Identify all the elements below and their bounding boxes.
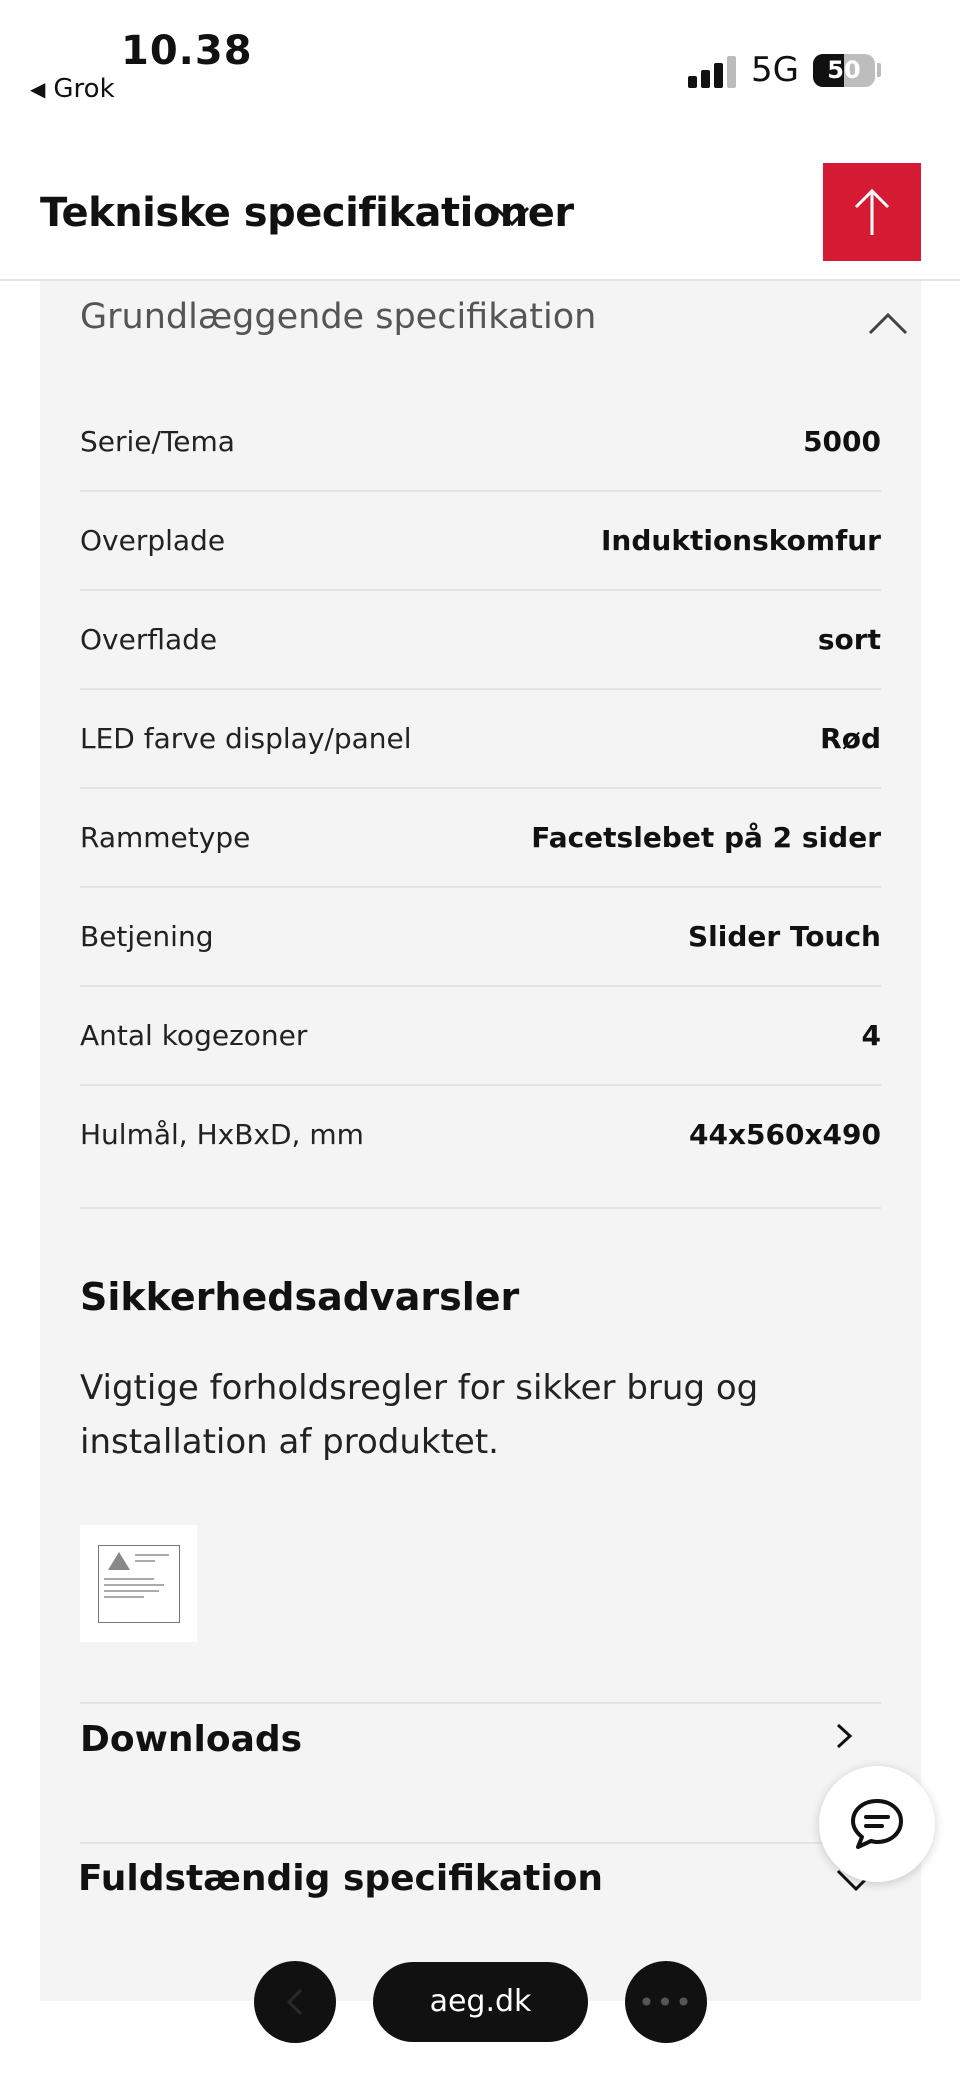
back-app-label: Grok [53, 74, 115, 104]
safety-description: Vigtige forholdsregler for sikker brug o… [80, 1368, 759, 1462]
specification-panel: Grundlæggende specifikation Serie/Tema 5… [40, 281, 921, 2001]
chat-button[interactable] [819, 1766, 935, 1882]
chevron-down-icon[interactable] [494, 198, 530, 234]
spec-row: LED farve display/panel Rød [80, 690, 881, 789]
spec-label: Rammetype [80, 821, 251, 854]
downloads-title[interactable]: Downloads [80, 1719, 302, 1760]
spec-value: Induktionskomfur [601, 524, 881, 557]
chevron-up-icon [868, 312, 908, 335]
spec-label: LED farve display/panel [80, 722, 412, 755]
spec-row: Antal kogezoner 4 [80, 987, 881, 1086]
spec-label: Overflade [80, 623, 218, 656]
spec-value: Facetslebet på 2 sider [531, 821, 881, 854]
warning-triangle-icon [108, 1552, 130, 1570]
battery-level: 50 [827, 56, 861, 84]
basic-spec-header[interactable]: Grundlæggende specifikation [80, 281, 908, 353]
divider [80, 1842, 881, 1844]
spec-label: Hulmål, HxBxD, mm [80, 1118, 364, 1151]
signal-icon [688, 56, 738, 88]
spec-value: 5000 [803, 425, 881, 458]
arrow-up-icon [854, 188, 890, 235]
spec-value: 4 [861, 1019, 881, 1052]
spec-value: Rød [820, 722, 881, 755]
spec-value: 44x560x490 [689, 1118, 881, 1151]
url-bar[interactable]: aeg.dk [373, 1962, 588, 2042]
safety-document-thumbnail[interactable] [80, 1525, 197, 1642]
chevron-left-icon [286, 1988, 303, 2016]
spec-row: Overplade Induktionskomfur [80, 492, 881, 591]
spec-value: Slider Touch [687, 920, 881, 953]
spec-row: Serie/Tema 5000 [80, 393, 881, 492]
status-time: 10.38 [121, 28, 253, 74]
network-type: 5G [751, 50, 799, 90]
spec-label: Serie/Tema [80, 425, 235, 458]
battery-icon: 50 [813, 54, 875, 87]
safety-title: Sikkerhedsadvarsler [80, 1275, 520, 1319]
full-spec-title[interactable]: Fuldstændig specifikation [78, 1858, 603, 1899]
more-options-button[interactable]: ••• [625, 1961, 707, 2043]
scroll-to-top-button[interactable] [823, 163, 921, 261]
spec-value: sort [817, 623, 881, 656]
chevron-right-icon[interactable] [830, 1721, 860, 1751]
spec-row: Rammetype Facetslebet på 2 sider [80, 789, 881, 888]
battery-nub [877, 63, 881, 77]
chat-bubble-icon [851, 1799, 903, 1849]
spec-label: Antal kogezoner [80, 1019, 308, 1052]
status-bar: 10.38 ◀ Grok 5G 50 [0, 0, 960, 120]
divider [80, 1207, 881, 1209]
back-triangle-icon: ◀ [30, 77, 46, 101]
spec-row: Hulmål, HxBxD, mm 44x560x490 [80, 1086, 881, 1183]
spec-row: Betjening Slider Touch [80, 888, 881, 987]
more-dots-icon: ••• [638, 1985, 694, 2019]
spec-table: Serie/Tema 5000 Overplade Induktionskomf… [80, 393, 881, 1183]
browser-back-button[interactable] [254, 1961, 336, 2043]
spec-label: Betjening [80, 920, 214, 953]
warning-label-image [98, 1545, 180, 1623]
divider [80, 1702, 881, 1704]
sticky-header: Tekniske specifikationer [0, 160, 960, 281]
spec-label: Overplade [80, 524, 226, 557]
back-to-app-link[interactable]: ◀ Grok [30, 74, 115, 104]
spec-row: Overflade sort [80, 591, 881, 690]
basic-spec-title: Grundlæggende specifikation [80, 297, 597, 337]
